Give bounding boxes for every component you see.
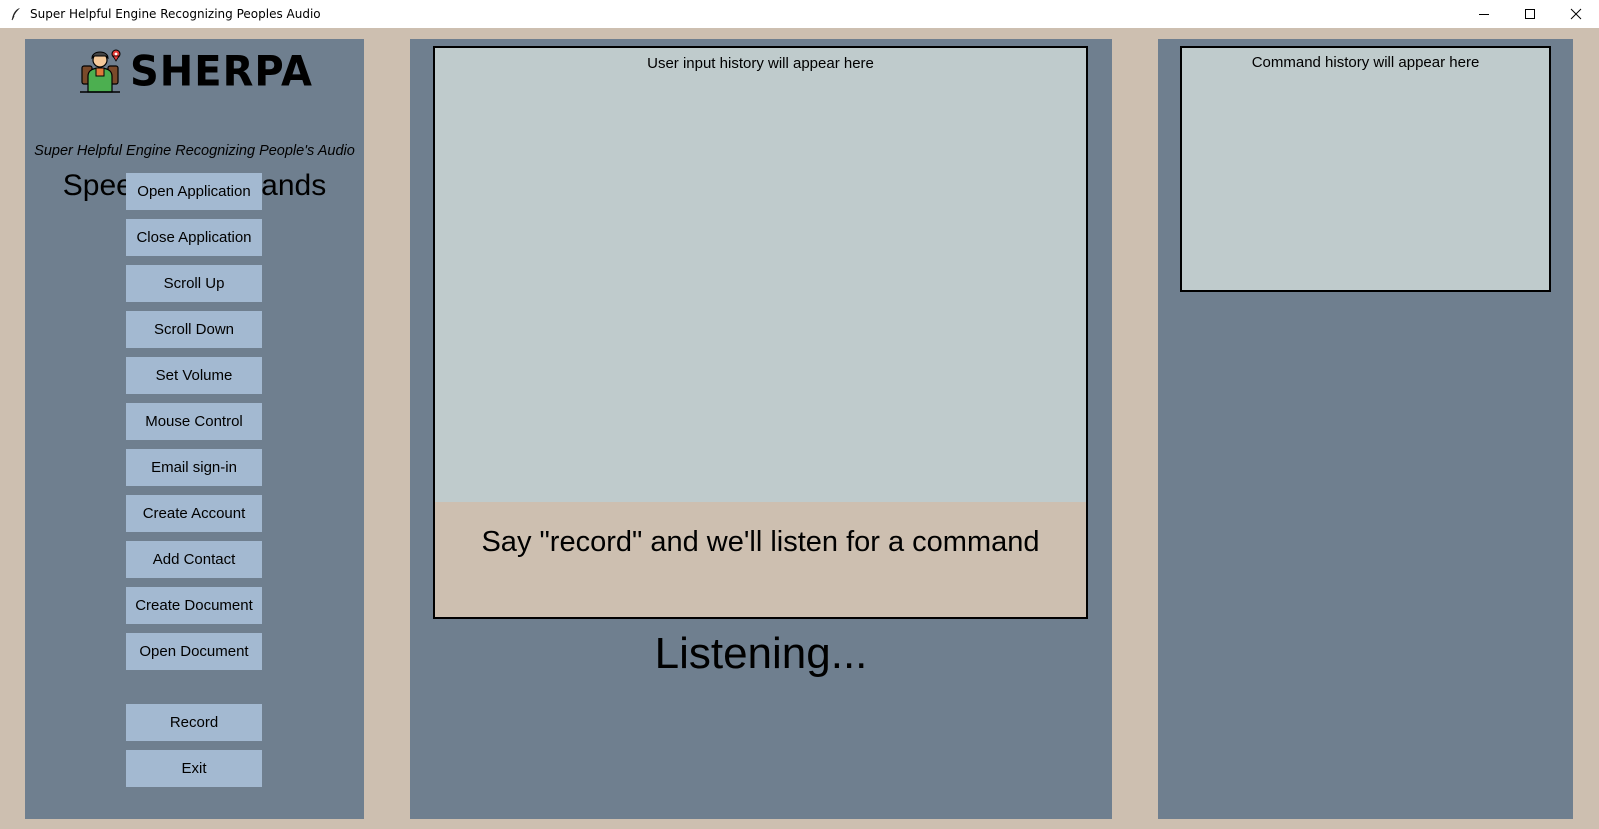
- email-sign-in-button[interactable]: Email sign-in: [126, 449, 262, 486]
- exit-button[interactable]: Exit: [126, 750, 262, 787]
- mouse-control-button[interactable]: Mouse Control: [126, 403, 262, 440]
- close-button[interactable]: [1553, 0, 1599, 28]
- title-bar: Super Helpful Engine Recognizing Peoples…: [0, 0, 1599, 28]
- minimize-icon: [1479, 14, 1489, 15]
- add-contact-button[interactable]: Add Contact: [126, 541, 262, 578]
- window-title: Super Helpful Engine Recognizing Peoples…: [30, 7, 321, 21]
- main-panel: User input history will appear here Say …: [410, 39, 1112, 819]
- sherpa-logo-icon: [76, 46, 124, 99]
- logo-text: SHERPA: [129, 47, 313, 97]
- scroll-up-button[interactable]: Scroll Up: [126, 265, 262, 302]
- speech-commands-panel: SHERPA Super Helpful Engine Recognizing …: [25, 39, 364, 819]
- command-history-placeholder: Command history will appear here: [1251, 54, 1480, 71]
- create-document-button[interactable]: Create Document: [126, 587, 262, 624]
- input-area: User input history will appear here Say …: [433, 46, 1088, 619]
- record-button[interactable]: Record: [126, 704, 262, 741]
- open-application-button[interactable]: Open Application: [126, 173, 262, 210]
- create-account-button[interactable]: Create Account: [126, 495, 262, 532]
- minimize-button[interactable]: [1461, 0, 1507, 28]
- user-input-history-placeholder: User input history will appear here: [647, 55, 874, 72]
- command-history[interactable]: Command history will appear here: [1180, 46, 1551, 292]
- tagline: Super Helpful Engine Recognizing People'…: [34, 143, 355, 159]
- feather-icon: [8, 6, 24, 22]
- open-document-button[interactable]: Open Document: [126, 633, 262, 670]
- maximize-button[interactable]: [1507, 0, 1553, 28]
- scroll-down-button[interactable]: Scroll Down: [126, 311, 262, 348]
- maximize-icon: [1525, 9, 1535, 19]
- close-application-button[interactable]: Close Application: [126, 219, 262, 256]
- logo: SHERPA: [25, 48, 364, 96]
- command-history-panel: Command history will appear here: [1158, 39, 1573, 819]
- close-icon: [1570, 8, 1582, 20]
- user-input-history[interactable]: User input history will appear here: [435, 48, 1086, 502]
- set-volume-button[interactable]: Set Volume: [126, 357, 262, 394]
- record-prompt: Say "record" and we'll listen for a comm…: [481, 526, 1040, 558]
- status-text: Listening...: [654, 629, 868, 678]
- window-controls: [1461, 0, 1599, 28]
